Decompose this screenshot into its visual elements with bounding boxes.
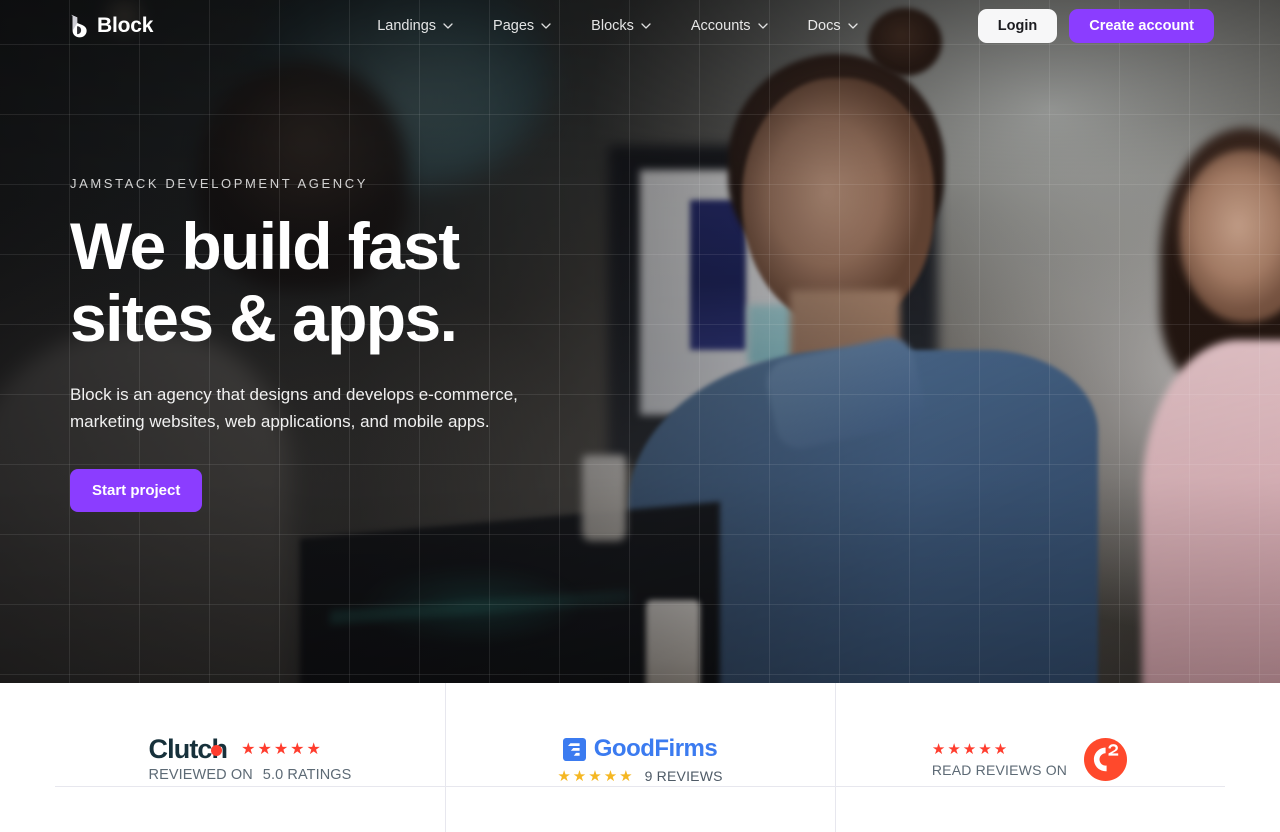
nav-links: Landings Pages Blocks Accounts Docs	[377, 18, 858, 34]
chevron-down-icon	[757, 23, 768, 29]
clutch-star-rating: ★ ★ ★ ★ ★	[241, 740, 321, 758]
star-icon: ★	[241, 740, 256, 758]
review-badge-goodfirms[interactable]: GoodFirms ★ ★ ★ ★ ★ 9 REVIEWS	[445, 683, 835, 832]
review-badge-g2[interactable]: ★ ★ ★ ★ ★ READ REVIEWS ON	[835, 683, 1225, 832]
nav-item-label: Docs	[807, 18, 841, 34]
reviews-logo-bar: Clutch ★ ★ ★ ★ ★ REVIEWED ON 5.0 RATINGS	[0, 683, 1280, 832]
hero-content: JAMSTACK DEVELOPMENT AGENCY We build fas…	[70, 176, 630, 512]
nav-item-label: Blocks	[591, 18, 634, 34]
star-icon: ★	[947, 740, 961, 758]
block-logo-mark-icon	[71, 14, 87, 38]
g2-star-rating: ★ ★ ★ ★ ★	[932, 742, 1007, 757]
nav-actions: Login Create account	[977, 9, 1214, 43]
nav-item-blocks[interactable]: Blocks	[591, 18, 651, 34]
review-badge-clutch[interactable]: Clutch ★ ★ ★ ★ ★ REVIEWED ON 5.0 RATINGS	[55, 683, 445, 832]
g2-read-reviews-label: READ REVIEWS ON	[931, 761, 1068, 778]
star-icon: ★	[962, 740, 977, 758]
main-navigation: Block Landings Pages Blocks Accounts Doc…	[0, 0, 1280, 52]
g2-logo-icon	[1084, 738, 1128, 781]
create-account-button[interactable]: Create account	[1069, 9, 1214, 43]
goodfirms-star-rating: ★ ★ ★ ★ ★	[557, 769, 632, 784]
clutch-reviewed-on-label: REVIEWED ON	[148, 767, 253, 783]
hero-eyebrow: JAMSTACK DEVELOPMENT AGENCY	[70, 176, 368, 191]
nav-item-label: Landings	[377, 18, 437, 34]
chevron-down-icon	[641, 23, 651, 29]
clutch-rating-text: 5.0 RATINGS	[262, 767, 352, 783]
hero-title-line-2: sites & apps.	[70, 280, 458, 355]
star-icon: ★	[306, 740, 321, 758]
star-icon: ★	[619, 767, 633, 785]
star-icon: ★	[978, 740, 992, 758]
star-icon: ★	[557, 767, 571, 785]
brand-logo[interactable]: Block	[68, 14, 153, 38]
goodfirms-logo-text: GoodFirms	[593, 735, 718, 762]
star-icon: ★	[603, 767, 618, 785]
star-icon: ★	[572, 767, 587, 785]
nav-item-label: Accounts	[690, 18, 751, 34]
start-project-button[interactable]: Start project	[70, 468, 203, 512]
hero-subtitle: Block is an agency that designs and deve…	[70, 384, 518, 432]
clutch-dot-icon	[211, 745, 223, 756]
nav-item-docs[interactable]: Docs	[808, 18, 858, 34]
brand-name: Block	[97, 14, 154, 37]
login-button[interactable]: Login	[977, 9, 1058, 43]
star-icon: ★	[588, 767, 602, 785]
nav-item-landings[interactable]: Landings	[377, 18, 453, 34]
chevron-down-icon	[541, 23, 551, 29]
goodfirms-logo-icon	[562, 737, 586, 761]
chevron-down-icon	[443, 23, 453, 29]
page-title: We build fast sites & apps.	[70, 209, 540, 355]
nav-item-label: Pages	[493, 18, 535, 34]
nav-item-accounts[interactable]: Accounts	[691, 18, 768, 34]
hero-section: Block Landings Pages Blocks Accounts Doc…	[0, 0, 1280, 683]
goodfirms-reviews-text: 9 REVIEWS	[644, 768, 723, 784]
star-icon: ★	[273, 740, 289, 758]
hero-title-line-1: We build fast	[70, 209, 460, 283]
star-icon: ★	[257, 740, 272, 758]
chevron-down-icon	[847, 23, 858, 29]
star-icon: ★	[290, 740, 305, 758]
nav-item-pages[interactable]: Pages	[493, 18, 551, 34]
star-icon: ★	[931, 740, 946, 758]
clutch-logo-text: Clutch	[149, 736, 228, 763]
star-icon: ★	[993, 740, 1008, 758]
